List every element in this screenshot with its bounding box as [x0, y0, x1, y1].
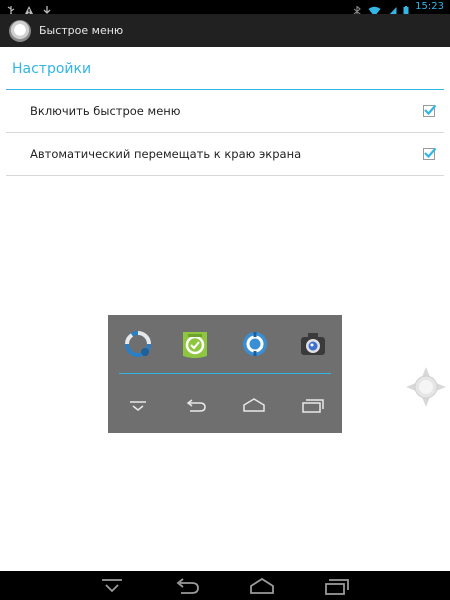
hide-keyboard-icon[interactable] — [97, 575, 127, 597]
recent-apps-icon[interactable] — [322, 575, 352, 597]
page-title: Быстрое меню — [39, 24, 124, 37]
system-nav-bar — [0, 571, 450, 600]
menu-down-icon[interactable] — [125, 395, 151, 415]
clock: 15:23 — [415, 1, 444, 12]
battery-icon — [403, 2, 409, 16]
signal-icon — [387, 2, 397, 16]
status-bar: 15:23 — [0, 0, 450, 18]
download-icon — [42, 1, 52, 16]
floating-handle-icon[interactable] — [406, 367, 446, 407]
pref-label: Включить быстрое меню — [30, 104, 181, 118]
enable-quick-menu-checkbox[interactable] — [423, 104, 437, 117]
home-icon[interactable] — [247, 575, 277, 597]
bluetooth-icon — [352, 2, 362, 18]
pref-auto-move-to-edge[interactable]: Автоматический перемещать к краю экрана — [6, 133, 444, 176]
quick-menu-divider — [119, 373, 331, 374]
wifi-icon — [368, 2, 381, 16]
android-sync-app-icon[interactable] — [180, 329, 210, 359]
usb-icon — [6, 1, 16, 16]
pref-enable-quick-menu[interactable]: Включить быстрое меню — [6, 90, 444, 133]
warning-icon — [24, 1, 34, 15]
pref-label: Автоматический перемещать к краю экрана — [30, 147, 302, 161]
home-icon[interactable] — [241, 395, 267, 415]
quick-menu-apps — [108, 329, 342, 361]
auto-move-checkbox[interactable] — [423, 147, 437, 160]
quick-menu-panel — [108, 315, 342, 433]
camera-app-icon[interactable] — [298, 329, 328, 359]
back-icon[interactable] — [183, 395, 209, 415]
action-bar: Быстрое меню — [0, 14, 450, 47]
sync-app-icon[interactable] — [123, 329, 153, 359]
backup-app-icon[interactable] — [240, 329, 270, 359]
quick-menu-app-icon[interactable] — [9, 19, 31, 42]
quick-menu-nav — [108, 395, 342, 415]
settings-section-header: Настройки — [12, 61, 92, 77]
back-icon[interactable] — [172, 575, 202, 597]
recent-apps-icon[interactable] — [300, 395, 326, 415]
